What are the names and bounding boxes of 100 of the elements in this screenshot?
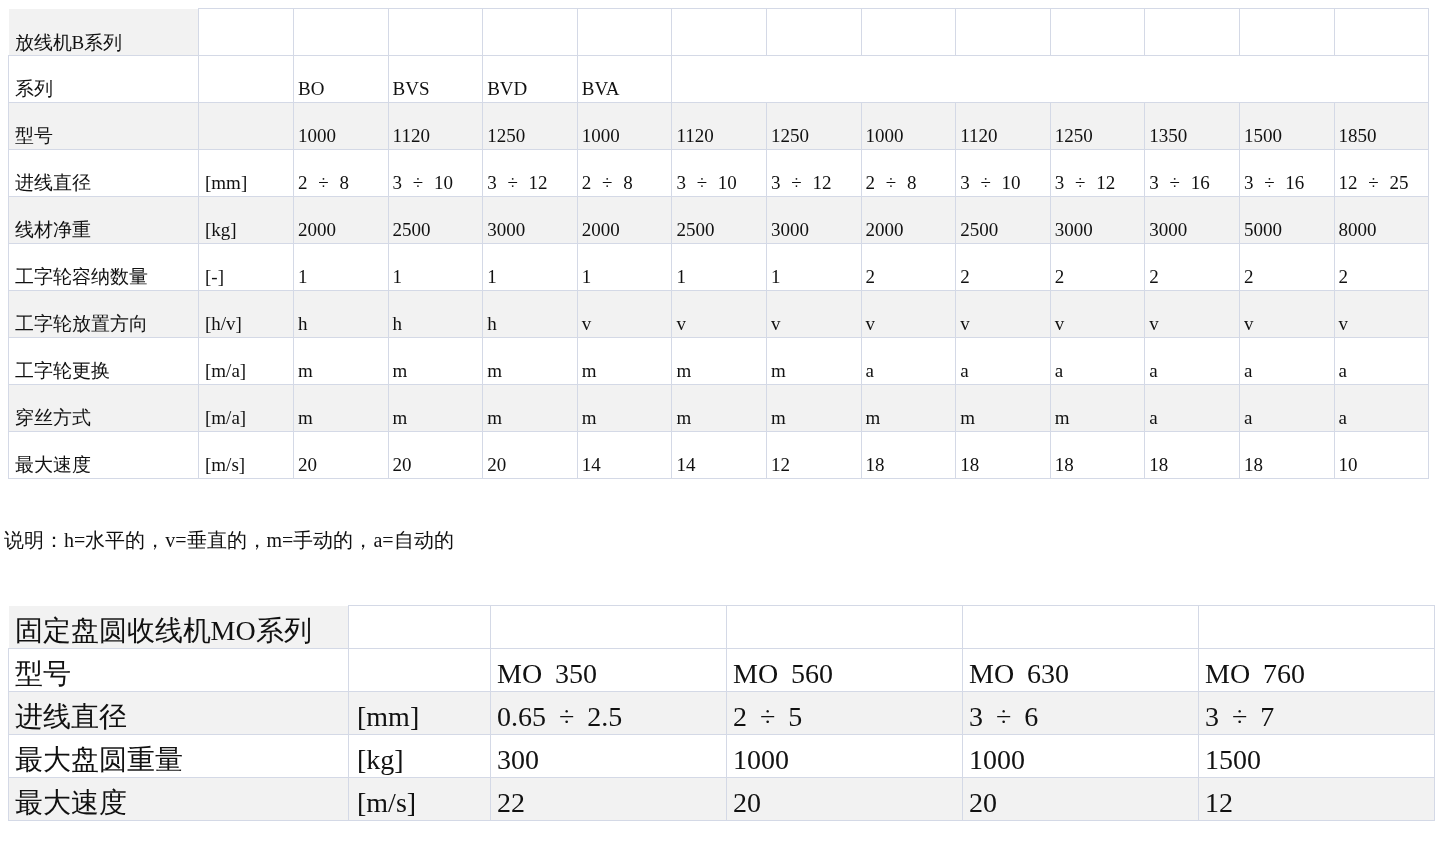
table-cell: m xyxy=(766,337,862,385)
table-cell: a xyxy=(1144,384,1240,432)
table-cell: 1000 xyxy=(962,734,1199,778)
table-cell: 3000 xyxy=(482,196,578,244)
unit-cell: [m/a] xyxy=(198,384,294,432)
table-cell: 2 ÷ 5 xyxy=(726,691,963,735)
table-cell: 20 xyxy=(388,431,483,479)
table-cell: m xyxy=(671,384,767,432)
table-cell: BVD xyxy=(482,55,578,103)
table-cell: m xyxy=(577,384,672,432)
table-cell: 1250 xyxy=(1050,102,1145,150)
unit-cell: [h/v] xyxy=(198,290,294,338)
table-cell: m xyxy=(293,337,389,385)
row-label: 系列 xyxy=(8,55,199,103)
table-cell: 1250 xyxy=(766,102,862,150)
table-cell: 2 xyxy=(861,243,956,291)
table-cell: 0.65 ÷ 2.5 xyxy=(490,691,727,735)
table-cell: 2000 xyxy=(861,196,956,244)
table-cell: 1000 xyxy=(861,102,956,150)
table-cell: MO 630 xyxy=(962,648,1199,692)
table-cell: 1120 xyxy=(955,102,1051,150)
table-cell: 2000 xyxy=(293,196,389,244)
table-cell: 3 ÷ 10 xyxy=(388,149,483,197)
table-cell: a xyxy=(861,337,956,385)
table-cell: 14 xyxy=(577,431,672,479)
table-cell: BVS xyxy=(388,55,483,103)
table-cell: 18 xyxy=(1050,431,1145,479)
table-cell: m xyxy=(766,384,862,432)
table-cell: 3 ÷ 12 xyxy=(766,149,862,197)
table-cell: MO 760 xyxy=(1198,648,1435,692)
table-cell: 1250 xyxy=(482,102,578,150)
table-cell: 2000 xyxy=(577,196,672,244)
unit-cell: [kg] xyxy=(348,734,491,778)
row-label: 进线直径 xyxy=(8,149,199,197)
row-label: 型号 xyxy=(8,648,349,692)
table-cell: 1 xyxy=(766,243,862,291)
table-cell: 2 xyxy=(1334,243,1429,291)
table-cell: m xyxy=(861,384,956,432)
row-label: 最大速度 xyxy=(8,777,349,821)
unit-cell: [m/s] xyxy=(348,777,491,821)
table-cell: 1120 xyxy=(388,102,483,150)
table-cell: 3 ÷ 10 xyxy=(671,149,767,197)
table-cell: 1 xyxy=(388,243,483,291)
table-cell: m xyxy=(388,337,483,385)
table-cell: 12 xyxy=(766,431,862,479)
table-cell: m xyxy=(577,337,672,385)
note-text: 说明：h=水平的，v=垂直的，m=手动的，a=自动的 xyxy=(4,528,455,553)
row-label: 工字轮更换 xyxy=(8,337,199,385)
table-cell: m xyxy=(955,384,1051,432)
table-cell: h xyxy=(482,290,578,338)
table-cell: 18 xyxy=(1144,431,1240,479)
unit-cell: [mm] xyxy=(198,149,294,197)
table-cell: 2 ÷ 8 xyxy=(861,149,956,197)
table-cell: 2 ÷ 8 xyxy=(577,149,672,197)
table-cell: 2 xyxy=(955,243,1051,291)
table-cell: 12 ÷ 25 xyxy=(1334,149,1429,197)
table-cell: v xyxy=(1334,290,1429,338)
table-cell: m xyxy=(482,384,578,432)
unit-cell: [m/s] xyxy=(198,431,294,479)
table-cell: m xyxy=(482,337,578,385)
table-cell: 14 xyxy=(671,431,767,479)
table-cell: BO xyxy=(293,55,389,103)
table-cell: v xyxy=(1050,290,1145,338)
table-cell: v xyxy=(766,290,862,338)
table-cell: 1850 xyxy=(1334,102,1429,150)
table-cell: 18 xyxy=(861,431,956,479)
table-cell: 1000 xyxy=(577,102,672,150)
table-cell: 3000 xyxy=(1144,196,1240,244)
table-cell: v xyxy=(1144,290,1240,338)
table-cell: a xyxy=(1239,384,1335,432)
table-cell: h xyxy=(388,290,483,338)
table-cell: v xyxy=(577,290,672,338)
table-cell: 3 ÷ 7 xyxy=(1198,691,1435,735)
table-cell: a xyxy=(1050,337,1145,385)
table-cell: 3 ÷ 16 xyxy=(1239,149,1335,197)
table-cell: 8000 xyxy=(1334,196,1429,244)
table-cell: 2500 xyxy=(671,196,767,244)
table-title: 放线机B系列 xyxy=(8,8,199,56)
table-title: 固定盘圆收线机MO系列 xyxy=(8,605,349,649)
table-cell: m xyxy=(1050,384,1145,432)
table-cell: 1 xyxy=(482,243,578,291)
unit-cell: [-] xyxy=(198,243,294,291)
table-cell: 18 xyxy=(955,431,1051,479)
row-label: 工字轮放置方向 xyxy=(8,290,199,338)
table-cell: 2500 xyxy=(955,196,1051,244)
table-cell: 1000 xyxy=(293,102,389,150)
table-cell: m xyxy=(671,337,767,385)
table-cell: 1120 xyxy=(671,102,767,150)
table-cell: 18 xyxy=(1239,431,1335,479)
table-cell: 1 xyxy=(671,243,767,291)
table-cell: 2 xyxy=(1144,243,1240,291)
table-cell: 2 xyxy=(1239,243,1335,291)
table-cell: 3 ÷ 10 xyxy=(955,149,1051,197)
table-cell: MO 560 xyxy=(726,648,963,692)
table-cell: m xyxy=(293,384,389,432)
unit-cell: [m/a] xyxy=(198,337,294,385)
table-cell: m xyxy=(388,384,483,432)
table-cell: 1500 xyxy=(1198,734,1435,778)
row-label: 穿丝方式 xyxy=(8,384,199,432)
table-cell: a xyxy=(1334,384,1429,432)
